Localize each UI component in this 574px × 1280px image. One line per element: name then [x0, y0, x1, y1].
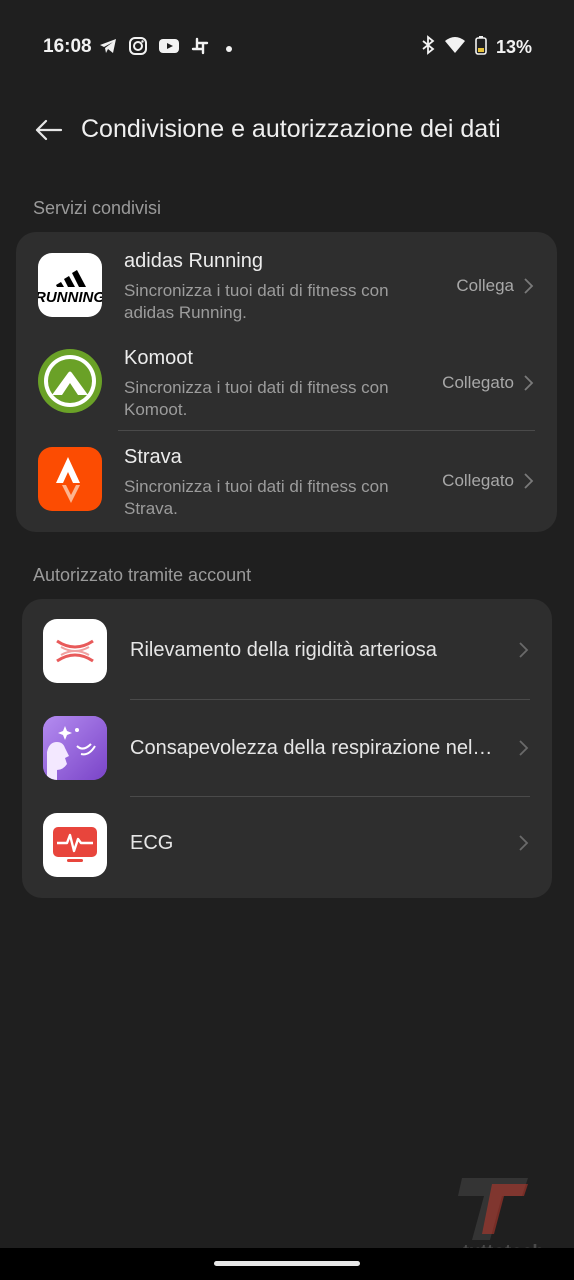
list-item-arterial-stiffness[interactable]: Rilevamento della rigidità arteriosa [22, 599, 552, 699]
list-item-ecg[interactable]: ECG [22, 796, 552, 898]
youtube-icon [158, 37, 180, 60]
adidas-logo-text: RUNNING [38, 289, 102, 306]
page-title: Condivisione e autorizzazione dei dati [81, 115, 501, 143]
home-gesture-handle[interactable] [214, 1261, 360, 1266]
status-text: Collega [456, 276, 514, 295]
row-title: Consapevolezza della respirazione nel… [130, 737, 493, 759]
row-title: Strava [124, 446, 182, 468]
header: Condivisione e autorizzazione dei dati [0, 100, 574, 160]
system-icons: 13% [421, 35, 532, 60]
list-item-breathing-awareness[interactable]: Consapevolezza della respirazione nel… [22, 699, 552, 796]
row-subtitle: Sincronizza i tuoi dati di fitness con K… [124, 378, 389, 419]
status-text: Collegato [442, 373, 514, 392]
navigation-bar [0, 1248, 574, 1280]
row-title: Komoot [124, 347, 193, 369]
account-authorized-card: Rilevamento della rigidità arteriosa Con… [22, 599, 552, 898]
row-title: Rilevamento della rigidità arteriosa [130, 639, 437, 661]
ecg-icon [43, 813, 107, 877]
notification-dot [226, 45, 232, 52]
list-item-strava[interactable]: Strava Sincronizza i tuoi dati di fitnes… [16, 429, 557, 532]
back-arrow-icon [35, 119, 63, 141]
chevron-right-icon [519, 740, 529, 756]
shared-services-card: RUNNING adidas Running Sincronizza i tuo… [16, 232, 557, 532]
chevron-right-icon [524, 473, 534, 489]
section-label-account-authorized: Autorizzato tramite account [33, 565, 252, 585]
adidas-running-icon: RUNNING [38, 253, 102, 317]
telegram-icon [98, 36, 118, 61]
row-title: ECG [130, 832, 174, 854]
back-button[interactable] [30, 112, 66, 148]
komoot-icon [38, 349, 102, 413]
list-item-komoot[interactable]: Komoot Sincronizza i tuoi dati di fitnes… [16, 329, 557, 429]
status-time: 16:08 [43, 36, 92, 57]
status-bar: 16:08 13% [0, 0, 574, 92]
section-label-shared-services: Servizi condivisi [33, 198, 162, 218]
chevron-right-icon [524, 375, 534, 391]
instagram-icon [128, 36, 148, 61]
chevron-right-icon [519, 642, 529, 658]
strava-icon [38, 447, 102, 511]
list-item-adidas-running[interactable]: RUNNING adidas Running Sincronizza i tuo… [16, 232, 557, 329]
bluetooth-icon [421, 35, 435, 60]
status-text: Collegato [442, 471, 514, 490]
chevron-right-icon [524, 278, 534, 294]
wifi-icon [444, 36, 466, 59]
chevron-right-icon [519, 835, 529, 851]
row-subtitle: Sincronizza i tuoi dati di fitness con a… [124, 281, 389, 322]
arterial-stiffness-icon [43, 619, 107, 683]
slack-icon [190, 36, 210, 61]
notification-icons [98, 36, 232, 61]
battery-icon [475, 35, 487, 60]
row-title: adidas Running [124, 250, 263, 272]
breathing-awareness-icon [43, 716, 107, 780]
battery-percent: 13% [495, 37, 532, 57]
row-subtitle: Sincronizza i tuoi dati di fitness con S… [124, 477, 389, 518]
